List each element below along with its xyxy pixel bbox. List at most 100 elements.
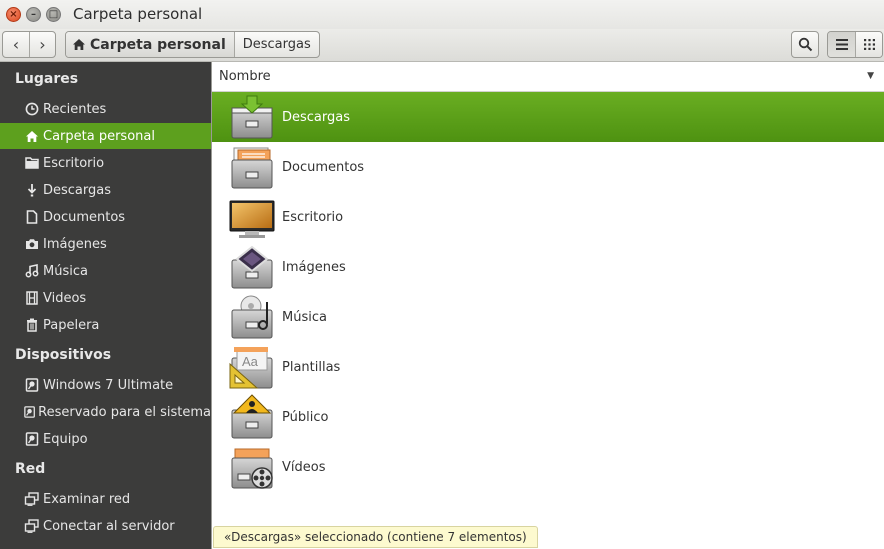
file-row-imagenes[interactable]: Imágenes <box>212 242 884 292</box>
sidebar-item-escritorio[interactable]: Escritorio <box>0 150 211 176</box>
file-name: Música <box>282 309 327 325</box>
file-row-descargas[interactable]: Descargas <box>212 92 884 142</box>
back-button[interactable]: ‹ <box>3 32 29 57</box>
window-title: Carpeta personal <box>73 5 203 23</box>
sidebar-item-musica[interactable]: Música <box>0 258 211 284</box>
crumb-label: Descargas <box>242 37 311 52</box>
forward-button[interactable]: › <box>29 32 55 57</box>
sort-arrow-icon: ▼ <box>867 71 874 81</box>
sidebar-item-recientes[interactable]: Recientes <box>0 96 211 122</box>
file-row-musica[interactable]: Música <box>212 292 884 342</box>
film-icon <box>26 291 38 305</box>
sidebar-item-label: Escritorio <box>43 155 105 171</box>
network-icon <box>24 519 39 533</box>
column-header-label: Nombre <box>219 69 271 84</box>
search-button[interactable] <box>791 31 819 58</box>
sidebar-item-imagenes[interactable]: Imágenes <box>0 231 211 257</box>
sidebar-item-conectar-servidor[interactable]: Conectar al servidor <box>0 513 211 539</box>
pictures-folder-icon <box>231 245 273 289</box>
sidebar-item-label: Música <box>43 263 88 279</box>
sidebar-item-label: Windows 7 Ultimate <box>43 377 174 393</box>
sidebar-item-label: Videos <box>43 290 87 306</box>
sidebar: Lugares Recientes Carpeta personal Escri… <box>0 62 211 549</box>
desktop-folder-icon <box>229 200 275 238</box>
minimize-window-button[interactable]: – <box>26 7 41 22</box>
public-folder-icon <box>231 394 273 439</box>
title-bar: × – □ Carpeta personal <box>0 0 884 29</box>
file-row-plantillas[interactable]: Aa Plantillas <box>212 342 884 392</box>
home-icon <box>73 39 85 50</box>
chevron-left-icon: ‹ <box>12 35 20 54</box>
maximize-window-button[interactable]: □ <box>46 7 61 22</box>
toolbar: ‹ › Carpeta personal Descargas <box>0 29 884 62</box>
status-bar: «Descargas» seleccionado (contiene 7 ele… <box>213 526 538 548</box>
file-name: Vídeos <box>282 459 326 475</box>
drive-icon <box>25 432 39 446</box>
documents-folder-icon <box>231 147 273 189</box>
clock-icon <box>25 102 39 116</box>
network-icon <box>24 492 39 506</box>
file-name: Imágenes <box>282 259 346 275</box>
sidebar-item-label: Papelera <box>43 317 100 333</box>
chevron-right-icon: › <box>39 35 46 54</box>
breadcrumb: Carpeta personal Descargas <box>65 31 320 58</box>
videos-folder-icon <box>231 448 273 489</box>
camera-icon <box>26 239 38 249</box>
file-name: Público <box>282 409 329 425</box>
music-folder-icon <box>231 295 273 339</box>
drive-icon <box>24 406 35 418</box>
home-icon <box>26 130 38 142</box>
grid-view-button[interactable] <box>855 32 882 57</box>
file-list: Nombre ▼ Descargas Documentos Escritorio… <box>211 62 884 549</box>
sidebar-section-red: Red <box>15 461 46 477</box>
sidebar-item-videos[interactable]: Videos <box>0 285 211 311</box>
sidebar-item-equipo[interactable]: Equipo <box>0 426 211 452</box>
column-header-nombre[interactable]: Nombre ▼ <box>212 62 884 92</box>
trash-icon <box>27 318 37 332</box>
drive-icon <box>25 378 39 392</box>
sidebar-item-documentos[interactable]: Documentos <box>0 204 211 230</box>
sidebar-item-carpeta-personal[interactable]: Carpeta personal <box>0 123 211 149</box>
download-icon <box>27 184 37 197</box>
sidebar-item-descargas[interactable]: Descargas <box>0 177 211 203</box>
file-name: Descargas <box>282 109 351 125</box>
file-row-publico[interactable]: Público <box>212 392 884 442</box>
sidebar-item-label: Conectar al servidor <box>43 518 175 534</box>
folder-icon <box>25 157 39 169</box>
crumb-label: Carpeta personal <box>90 36 226 53</box>
music-icon <box>25 264 39 278</box>
sidebar-item-label: Examinar red <box>43 491 131 507</box>
sidebar-section-dispositivos: Dispositivos <box>15 347 112 363</box>
sidebar-item-reservado[interactable]: Reservado para el sistema <box>0 399 211 425</box>
file-row-escritorio[interactable]: Escritorio <box>212 192 884 242</box>
file-name: Plantillas <box>282 359 341 375</box>
download-folder-icon <box>231 95 273 139</box>
grid-view-icon <box>863 39 875 50</box>
crumb-descargas[interactable]: Descargas <box>233 32 319 57</box>
sidebar-item-label: Reservado para el sistema <box>38 404 211 420</box>
close-window-button[interactable]: × <box>6 7 21 22</box>
document-icon <box>26 210 38 224</box>
file-row-documentos[interactable]: Documentos <box>212 142 884 192</box>
templates-folder-icon: Aa <box>229 347 273 389</box>
sidebar-item-label: Imágenes <box>43 236 107 252</box>
file-row-videos[interactable]: Vídeos <box>212 442 884 492</box>
list-view-icon <box>835 39 848 50</box>
file-name: Escritorio <box>282 209 344 225</box>
sidebar-item-papelera[interactable]: Papelera <box>0 312 211 338</box>
sidebar-item-examinar-red[interactable]: Examinar red <box>0 486 211 512</box>
sidebar-item-label: Carpeta personal <box>43 128 155 144</box>
svg-text:Aa: Aa <box>242 354 259 369</box>
nav-buttons: ‹ › <box>2 31 56 58</box>
sidebar-item-label: Documentos <box>43 209 126 225</box>
sidebar-item-windows-7[interactable]: Windows 7 Ultimate <box>0 372 211 398</box>
sidebar-item-label: Equipo <box>43 431 88 447</box>
sidebar-section-lugares: Lugares <box>15 71 79 87</box>
list-view-button[interactable] <box>828 32 855 57</box>
crumb-carpeta-personal[interactable]: Carpeta personal <box>66 32 234 57</box>
sidebar-item-label: Recientes <box>43 101 107 117</box>
search-icon <box>798 37 812 52</box>
view-switcher <box>827 31 883 58</box>
file-name: Documentos <box>282 159 365 175</box>
sidebar-item-label: Descargas <box>43 182 112 198</box>
